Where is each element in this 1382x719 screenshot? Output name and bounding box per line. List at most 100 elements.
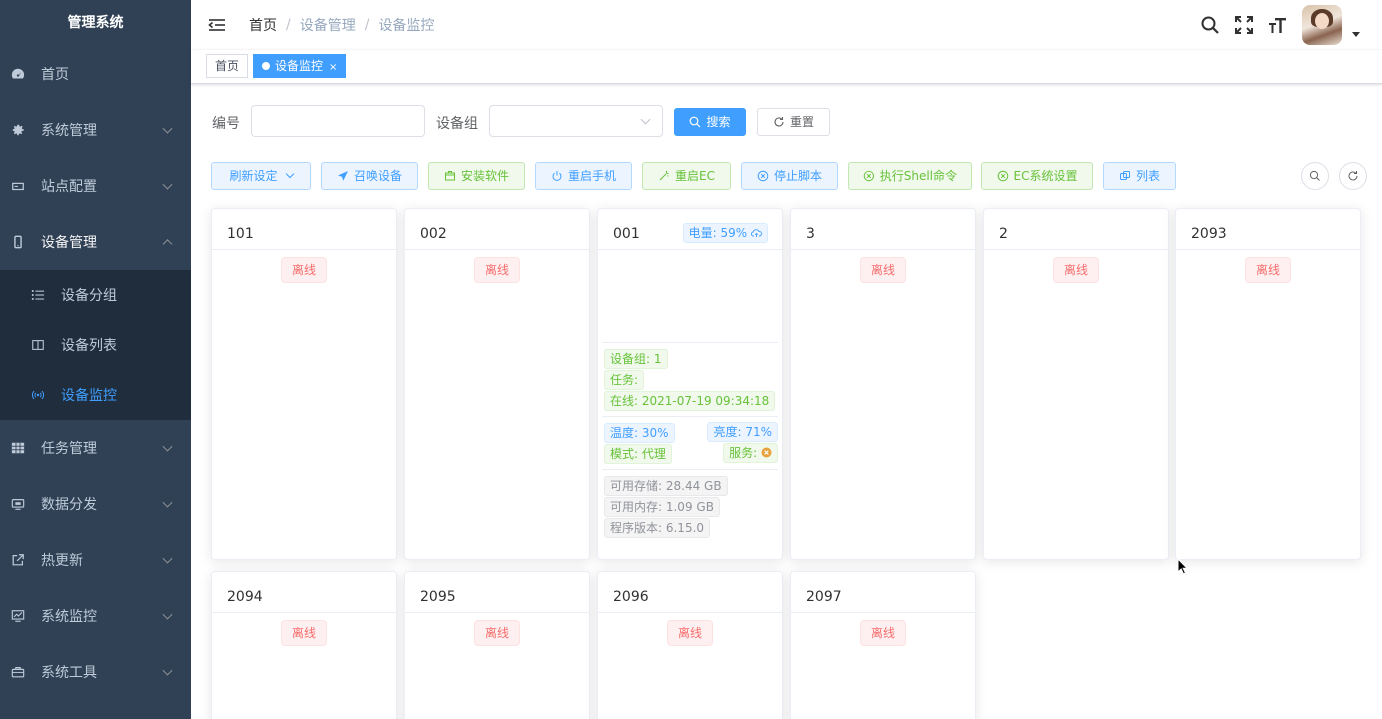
sidebar-item-label: 数据分发: [41, 497, 97, 513]
storage-badge: 可用存储: 28.44 GB: [604, 476, 728, 496]
sidebar-item-data[interactable]: 数据分发: [0, 476, 191, 532]
divider: [602, 469, 778, 470]
search-button[interactable]: 搜索: [674, 108, 746, 136]
device-card[interactable]: 002 离线: [404, 208, 590, 560]
device-card[interactable]: 3 离线: [790, 208, 976, 560]
service-text: 服务:: [729, 446, 758, 460]
sidebar-item-system[interactable]: 系统管理: [0, 102, 191, 158]
status-badge: 离线: [1052, 257, 1099, 283]
tab-home[interactable]: 首页: [206, 54, 249, 78]
device-code: 2095: [405, 572, 589, 613]
sidebar-item-monitor[interactable]: 系统监控: [0, 588, 191, 644]
font-size-icon[interactable]: [1268, 15, 1288, 35]
exec-shell-button[interactable]: 执行Shell命令: [848, 162, 972, 190]
device-card[interactable]: 101 离线: [211, 208, 397, 560]
battery-text: 电量: 59%: [688, 226, 748, 240]
chevron-down-icon: [162, 179, 173, 190]
avatar[interactable]: [1302, 5, 1342, 45]
sidebar-item-device-monitor[interactable]: 设备监控: [0, 370, 191, 420]
status-badge: 离线: [280, 620, 327, 646]
summon-device-label: 召唤设备: [353, 169, 402, 183]
refresh-setting-button[interactable]: 刷新设定: [211, 162, 311, 190]
sidebar-item-home[interactable]: 首页: [0, 46, 191, 102]
group-select[interactable]: [489, 105, 663, 137]
status-badge: 离线: [280, 257, 327, 283]
sidebar-item-site[interactable]: 站点配置: [0, 158, 191, 214]
sidebar-item-label: 设备管理: [41, 235, 97, 251]
divider: [602, 342, 778, 343]
chevron-down-icon: [162, 497, 173, 508]
cloud-upload-icon: [750, 229, 762, 237]
install-software-label: 安装软件: [460, 169, 509, 183]
sidebar-item-device[interactable]: 设备管理: [0, 214, 191, 270]
online-time-badge: 在线: 2021-07-19 09:34:18: [604, 391, 776, 411]
device-code: 3: [791, 209, 975, 250]
circle-close-icon: [997, 170, 1008, 182]
reset-button[interactable]: 重置: [757, 108, 830, 136]
refresh-list-button[interactable]: [1339, 162, 1367, 190]
device-code: 101: [212, 209, 396, 250]
sidebar-item-task[interactable]: 任务管理: [0, 420, 191, 476]
tab-device-monitor[interactable]: 设备监控 ×: [253, 54, 347, 78]
device-card[interactable]: 2097 离线: [790, 571, 976, 719]
restart-ec-button[interactable]: 重启EC: [642, 162, 731, 190]
install-software-button[interactable]: 安装软件: [428, 162, 525, 190]
power-icon: [552, 171, 562, 181]
device-card-header: 001 电量: 59%: [598, 209, 782, 250]
hamburger-icon[interactable]: [208, 16, 226, 34]
code-label: 编号: [212, 116, 240, 132]
app-title: 管理系统: [67, 15, 124, 31]
ec-settings-button[interactable]: EC系统设置: [981, 162, 1093, 190]
device-card[interactable]: 2093 离线: [1175, 208, 1361, 560]
status-badge: 离线: [666, 620, 713, 646]
close-icon[interactable]: ×: [329, 62, 337, 73]
search-icon[interactable]: [1200, 15, 1220, 35]
sidebar-item-label: 系统监控: [41, 609, 97, 625]
toggle-search-button[interactable]: [1301, 162, 1329, 190]
sidebar-item-label: 热更新: [41, 553, 83, 569]
magic-wand-icon: [659, 171, 669, 181]
sidebar-item-tools[interactable]: 系统工具: [0, 644, 191, 700]
sidebar-item-label: 设备监控: [61, 388, 117, 404]
brightness-badge: 亮度: 71%: [707, 422, 778, 442]
breadcrumb-item-home[interactable]: 首页: [249, 15, 277, 35]
fullscreen-icon[interactable]: [1234, 15, 1254, 35]
device-card[interactable]: 2095 离线: [404, 571, 590, 719]
sidebar-item-hotupdate[interactable]: 热更新: [0, 532, 191, 588]
device-code: 2096: [598, 572, 782, 613]
circle-close-icon: [757, 170, 769, 182]
mode-badge: 模式: 代理: [604, 444, 672, 464]
sidebar-item-label: 系统工具: [41, 665, 97, 681]
right-menu: [1186, 0, 1360, 50]
mouse-cursor-icon: [1177, 558, 1189, 575]
device-card[interactable]: 2094 离线: [211, 571, 397, 719]
version-badge: 程序版本: 6.15.0: [604, 518, 711, 538]
navbar: 首页 / 设备管理 / 设备监控: [191, 0, 1382, 50]
temperature-badge: 温度: 30%: [604, 423, 675, 443]
device-card[interactable]: 2096 离线: [597, 571, 783, 719]
gear-icon: [11, 123, 25, 137]
list-view-button[interactable]: 列表: [1103, 162, 1176, 190]
external-link-icon: [11, 553, 25, 567]
device-submenu: 设备分组 设备列表 设备监控: [0, 270, 191, 420]
status-badge: 离线: [859, 257, 906, 283]
code-input[interactable]: [251, 105, 425, 137]
battery-badge: 电量: 59%: [682, 223, 768, 243]
active-dot-icon: [262, 62, 270, 70]
divider: [602, 416, 778, 417]
memory-badge: 可用内存: 1.09 GB: [604, 497, 720, 517]
stop-script-label: 停止脚本: [773, 169, 822, 183]
status-badge: 离线: [1244, 257, 1291, 283]
device-card[interactable]: 2 离线: [983, 208, 1169, 560]
sidebar-item-device-list[interactable]: 设备列表: [0, 320, 191, 370]
caret-down-icon[interactable]: [1352, 31, 1360, 37]
chevron-down-icon: [162, 665, 173, 676]
restart-phone-button[interactable]: 重启手机: [535, 162, 632, 190]
table-grid-icon: [11, 441, 25, 455]
device-card-online[interactable]: 001 电量: 59% 设备组: 1 任务: 在线: 2021-07-19 09…: [597, 208, 783, 560]
breadcrumb: 首页 / 设备管理 / 设备监控: [249, 15, 434, 35]
tab-label: 首页: [215, 59, 240, 73]
summon-device-button[interactable]: 召唤设备: [321, 162, 418, 190]
sidebar-item-device-group[interactable]: 设备分组: [0, 270, 191, 320]
stop-script-button[interactable]: 停止脚本: [741, 162, 838, 190]
